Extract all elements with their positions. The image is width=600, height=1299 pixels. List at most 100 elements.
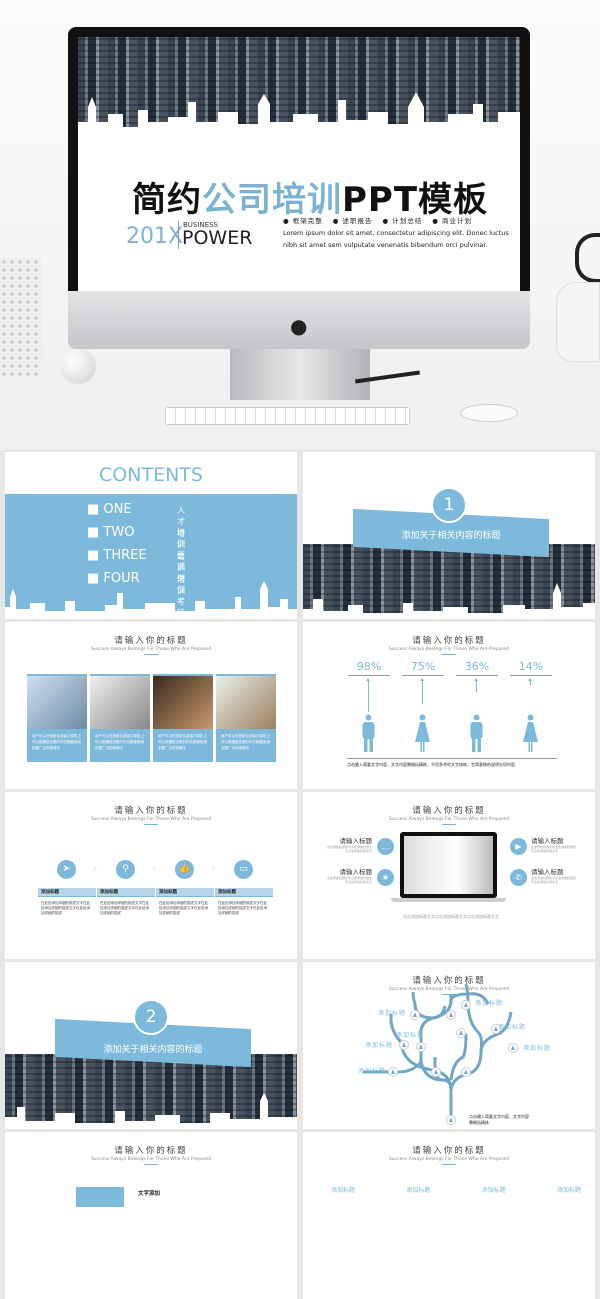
process-column: 添加标题在此处添加详细的描述文字在此处添加详细的描述文字在此处添加详细的描述 xyxy=(97,888,155,920)
title-highlight: 公司培训 xyxy=(202,180,342,220)
arrow-bar xyxy=(476,680,477,692)
tree-label: 添加标题 xyxy=(475,1000,504,1007)
image-block xyxy=(76,1187,124,1207)
process-column: 添加标题在此处添加详细的描述文字在此处添加详细的描述文字在此处添加详细的描述 xyxy=(38,888,96,920)
person-node-icon: ♟ xyxy=(508,1043,518,1053)
slide-laptop[interactable]: 请输入你的标题 Success Always Belongs For Those… xyxy=(303,792,595,959)
bullet-list: ● 框架完整 ● 述职报告 ● 计划总结 ● 商业计划 xyxy=(283,215,472,225)
kettle-decor xyxy=(556,282,600,362)
laptop-item-body: 点击添加标题文字点击添加标题文字点击添加标题文字 xyxy=(327,876,373,884)
slide-people-stats[interactable]: 请输入你的标题 Success Always Belongs For Those… xyxy=(303,622,595,789)
laptop-image xyxy=(400,832,497,898)
play-icon: ▶ xyxy=(510,838,527,855)
text-heading: 文字添加 xyxy=(138,1191,161,1197)
arrow-head-icon xyxy=(366,678,370,681)
laptop-item-body: 点击添加标题文字点击添加标题文字点击添加标题文字 xyxy=(531,876,577,884)
slide-section-1[interactable]: 添加关于相关内容的标题 1 xyxy=(303,452,595,619)
slide-title: 请输入你的标题 xyxy=(412,806,486,816)
chevron-right-icon: › xyxy=(152,862,157,875)
skyline-silhouette xyxy=(5,581,297,619)
slide-photos[interactable]: 请输入你的标题 Success Always Belongs For Those… xyxy=(5,622,297,789)
section-title: 添加关于相关内容的标题 xyxy=(401,531,501,541)
paper-plane-icon: ➤ xyxy=(57,860,76,879)
slide-title: 请输入你的标题 xyxy=(114,806,188,816)
year-label: 201X xyxy=(126,224,184,249)
section-number: 2 xyxy=(133,999,169,1035)
title-part1: 简约 xyxy=(132,180,202,220)
process-label: 添加标题 xyxy=(97,888,155,897)
bullet-item: ● 计划总结 xyxy=(382,217,423,225)
percent-label: 36% xyxy=(464,660,490,673)
contents-item: ■ THREE 培训岗位 xyxy=(87,548,185,594)
thumbs-up-icon: 👍 xyxy=(175,860,194,879)
slide-text[interactable]: 请输入你的标题 Success Always Belongs For Those… xyxy=(5,1132,297,1299)
keyboard xyxy=(165,407,410,425)
photo-cards: 用户可以在投影仪或者计算机上可以用播放文稿打印文稿使用用到更广泛的领域中 用户可以… xyxy=(27,674,276,762)
percent-underline xyxy=(510,675,552,676)
slide-tree[interactable]: 请输入你的标题 Success Always Belongs For Those… xyxy=(303,962,595,1129)
tree-label: 添加标题 xyxy=(378,1010,407,1017)
label: 添加标题 xyxy=(331,1187,356,1194)
slide-title: 请输入你的标题 xyxy=(412,636,486,646)
process-column: 添加标题在此处添加详细的描述文字在此处添加详细的描述文字在此处添加详细的描述 xyxy=(215,888,273,920)
process-label: 添加标题 xyxy=(156,888,214,897)
monitor-icon: ▭ xyxy=(234,860,253,879)
process-label: 添加标题 xyxy=(215,888,273,897)
star-icon: ★ xyxy=(377,869,394,886)
woman-icon xyxy=(415,714,430,754)
power-label: POWER xyxy=(182,227,253,249)
slide-labels[interactable]: 请输入你的标题 Success Always Belongs For Those… xyxy=(303,1132,595,1299)
person-node-icon: ♟ xyxy=(446,1115,456,1125)
woman-icon xyxy=(523,714,538,754)
tree-label: 添加标题 xyxy=(498,1024,527,1031)
photo xyxy=(153,676,213,729)
skyline-silhouette xyxy=(78,92,520,144)
man-icon xyxy=(469,714,484,754)
contents-heading: CONTENTS xyxy=(99,464,203,486)
chevron-right-icon: › xyxy=(211,862,216,875)
lorem-text: Lorem ipsum dolor sit amet, consectetur … xyxy=(283,229,509,249)
percent-label: 75% xyxy=(410,660,436,673)
cover-title: 简约公司培训PPT模板 xyxy=(132,172,488,221)
slide-title: 请输入你的标题 xyxy=(114,636,188,646)
tree-label: 添加标题 xyxy=(396,1032,425,1039)
photo xyxy=(27,676,87,729)
slide-process[interactable]: 请输入你的标题 Success Always Belongs For Those… xyxy=(5,792,297,959)
photo xyxy=(216,676,276,729)
apple-logo-icon: ● xyxy=(290,314,308,338)
percent-label: 98% xyxy=(356,660,382,673)
photo-caption: 用户可以在投影仪或者计算机上可以用播放文稿打印文稿使用用到更广泛的领域中 xyxy=(32,734,81,750)
laptop-item: 请输入标题 点击添加标题文字点击添加标题文字点击添加标题文字 xyxy=(327,866,372,884)
person-node-icon: ♟ xyxy=(388,1067,398,1077)
label: 添加标题 xyxy=(406,1187,431,1194)
people-note: 点击输入简要文字内容，文字内容需概括精炼，不用多余的文字修饰，言简意赅的说明分项… xyxy=(347,762,515,767)
tree-branches xyxy=(363,983,513,1117)
photo-caption: 用户可以在投影仪或者计算机上可以用播放文稿打印文稿使用用到更广泛的领域中 xyxy=(158,734,207,750)
photo-card: 用户可以在投影仪或者计算机上可以用播放文稿打印文稿使用用到更广泛的领域中 xyxy=(216,674,276,762)
slide-subtitle: Success Always Belongs For Those Who Are… xyxy=(388,1157,510,1162)
percent-underline xyxy=(402,675,444,676)
laptop-item-title: 请输入标题 xyxy=(531,868,564,876)
process-body: 在此处添加详细的描述文字在此处添加详细的描述文字在此处添加详细的描述 xyxy=(218,901,267,915)
tree-note: 点击输入简要文字内容，文字内容需概括精炼 xyxy=(469,1114,529,1125)
tree-label: 添加标题 xyxy=(365,1042,394,1049)
person-node-icon: ♟ xyxy=(416,1042,426,1052)
label-row: 添加标题 添加标题 添加标题 添加标题 xyxy=(331,1185,581,1194)
title-part2: PPT模板 xyxy=(342,180,489,220)
bullet-item: ● 述职报告 xyxy=(332,217,373,225)
process-body: 在此处添加详细的描述文字在此处添加详细的描述文字在此处添加详细的描述 xyxy=(41,901,90,915)
contents-item: ■ ONE 人才培训 xyxy=(87,502,185,548)
mouse xyxy=(460,404,518,422)
slide-section-2[interactable]: 添加关于相关内容的标题 2 xyxy=(5,962,297,1129)
process-label: 添加标题 xyxy=(38,888,96,897)
search-icon: ⚲ xyxy=(116,860,135,879)
person-node-icon: ♟ xyxy=(461,1000,471,1010)
slide-contents[interactable]: CONTENTS ■ ONE 人才培训 ■ TWO 培训要求 ■ THREE 培训岗位… xyxy=(5,452,297,619)
process-body: 在此处添加详细的描述文字在此处添加详细的描述文字在此处添加详细的描述 xyxy=(100,901,149,915)
monitor-stand xyxy=(230,348,370,400)
skyline-silhouette xyxy=(5,1093,297,1129)
label: 添加标题 xyxy=(481,1187,506,1194)
hero-mockup: 简约公司培训PPT模板 201X BUSINESS POWER ● 框架完整 ● … xyxy=(0,0,600,450)
photo xyxy=(90,676,150,729)
laptop-item: 请输入标题 点击添加标题文字点击添加标题文字点击添加标题文字 xyxy=(327,835,372,853)
